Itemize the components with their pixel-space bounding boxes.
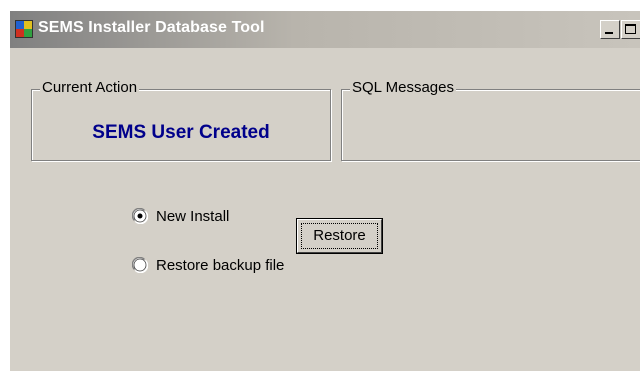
current-action-value: SEMS User Created	[92, 122, 270, 143]
window-title: SEMS Installer Database Tool	[38, 19, 265, 36]
button-focus-rect	[301, 223, 378, 249]
minimize-icon	[605, 32, 613, 34]
maximize-icon	[625, 24, 636, 34]
app-window: SEMS Installer Database Tool Current Act…	[9, 10, 640, 371]
radio-unselected-icon[interactable]	[132, 257, 148, 273]
radio-selected-icon[interactable]	[132, 208, 148, 224]
title-bar[interactable]: SEMS Installer Database Tool	[10, 11, 640, 48]
current-action-label: Current Action	[40, 79, 140, 96]
sql-messages-label: SQL Messages	[350, 79, 456, 96]
restore-backup-label[interactable]: Restore backup file	[156, 257, 284, 274]
minimize-button[interactable]	[600, 20, 620, 39]
new-install-label[interactable]: New Install	[156, 208, 229, 225]
maximize-button[interactable]	[621, 20, 640, 39]
sql-messages-group: SQL Messages	[341, 79, 640, 161]
restore-button[interactable]: Restore	[296, 218, 383, 254]
app-window-icon	[15, 20, 33, 38]
current-action-group: Current Action SEMS User Created	[31, 79, 331, 161]
